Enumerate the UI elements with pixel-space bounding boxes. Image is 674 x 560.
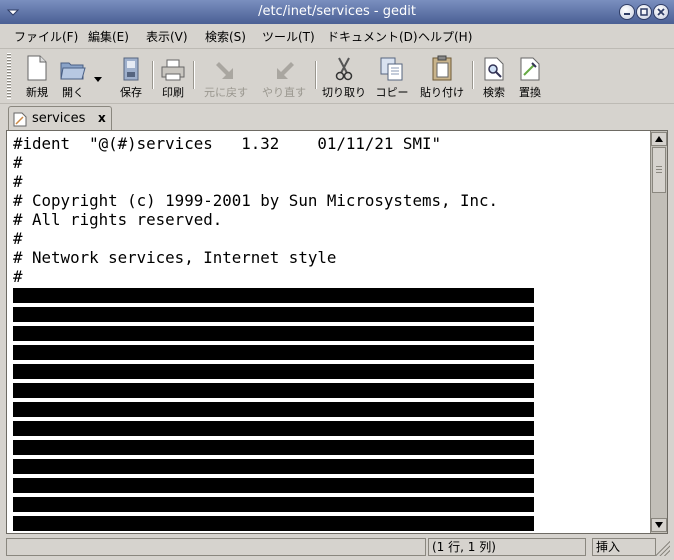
redo-icon (277, 62, 294, 79)
insert-mode: 挿入 (592, 538, 656, 556)
undo-icon (216, 62, 233, 79)
text-line: # (13, 267, 23, 286)
text-line: # (13, 172, 23, 191)
resize-grip[interactable] (655, 541, 670, 556)
close-icon (657, 8, 665, 16)
new-label: 新規 (26, 86, 48, 99)
find-label: 検索 (483, 86, 505, 99)
vertical-scrollbar[interactable] (650, 131, 667, 533)
save-label: 保存 (120, 86, 142, 99)
toolbar-separator (152, 61, 154, 89)
replace-button[interactable]: 置換 (514, 53, 546, 100)
scrollbar-thumb[interactable] (652, 147, 666, 193)
toolbar-separator (315, 61, 317, 89)
copy-icon (380, 57, 403, 81)
gedit-window: /etc/inet/services - gedit ファイル(F) 編集(E)… (0, 0, 674, 560)
text-line: #ident "@(#)services 1.32 01/11/21 SMI" (13, 134, 441, 153)
redacted-line (13, 307, 534, 322)
undo-button[interactable]: 元に戻す (201, 53, 251, 100)
copy-button[interactable]: コピー (374, 53, 410, 100)
redacted-line (13, 497, 534, 512)
print-label: 印刷 (162, 86, 184, 99)
redacted-line (13, 288, 534, 303)
paste-label: 貼り付け (420, 86, 464, 99)
close-window-button[interactable] (653, 4, 669, 20)
redacted-line (13, 345, 534, 360)
status-bar: (1 行, 1 列) 挿入 (0, 536, 674, 560)
menu-bar: ファイル(F) 編集(E) 表示(V) 検索(S) ツール(T) ドキュメント(… (0, 24, 674, 49)
redacted-line (13, 402, 534, 417)
menu-view[interactable]: 表示(V) (146, 28, 188, 45)
menu-file[interactable]: ファイル(F) (14, 28, 78, 45)
status-message (6, 538, 426, 556)
cut-button[interactable]: 切り取り (321, 53, 367, 100)
window-title: /etc/inet/services - gedit (258, 4, 416, 19)
cursor-position: (1 行, 1 列) (428, 538, 586, 556)
menu-edit[interactable]: 編集(E) (88, 28, 129, 45)
text-editor[interactable]: #ident "@(#)services 1.32 01/11/21 SMI" #… (6, 130, 668, 534)
printer-icon (161, 59, 185, 81)
arrow-down-icon (655, 522, 663, 528)
title-bar[interactable]: /etc/inet/services - gedit (0, 0, 674, 24)
menu-tools[interactable]: ツール(T) (262, 28, 315, 45)
tab-label: services (32, 111, 86, 126)
tab-close-button[interactable]: x (98, 111, 106, 125)
maximize-icon (640, 8, 648, 16)
document-tabs: services x (0, 104, 674, 131)
toolbar-separator (472, 61, 474, 89)
save-button[interactable]: 保存 (117, 53, 145, 100)
new-button[interactable]: 新規 (21, 53, 53, 100)
toolbar-grip[interactable] (7, 53, 11, 99)
menu-documents[interactable]: ドキュメント(D) (327, 28, 418, 45)
text-area[interactable]: #ident "@(#)services 1.32 01/11/21 SMI" #… (7, 131, 649, 533)
redacted-line (13, 440, 534, 455)
maximize-button[interactable] (636, 4, 652, 20)
redacted-line (13, 478, 534, 493)
replace-icon (520, 57, 540, 81)
toolbar: 新規 開く 保存 印刷 元に戻す やり直す 切り取り コピー 貼り付け 検索 置… (0, 49, 674, 104)
open-button[interactable]: 開く (58, 53, 88, 100)
paste-icon (432, 55, 452, 81)
minimize-icon (624, 13, 630, 15)
minimize-button[interactable] (619, 4, 635, 20)
menu-help[interactable]: ヘルプ(H) (418, 28, 472, 45)
cut-label: 切り取り (322, 86, 366, 99)
redacted-line (13, 459, 534, 474)
undo-label: 元に戻す (204, 86, 248, 99)
chevron-down-icon (94, 77, 102, 82)
redacted-line (13, 383, 534, 398)
document-icon (13, 112, 27, 131)
replace-label: 置換 (519, 86, 541, 99)
print-button[interactable]: 印刷 (158, 53, 188, 100)
copy-label: コピー (375, 86, 409, 99)
redacted-line (13, 516, 534, 531)
paste-button[interactable]: 貼り付け (418, 53, 466, 100)
open-label: 開く (62, 86, 84, 99)
new-document-icon (27, 55, 47, 81)
scissors-icon (335, 57, 353, 81)
text-line: # Copyright (c) 1999-2001 by Sun Microsy… (13, 191, 499, 210)
redacted-line (13, 326, 534, 341)
save-icon (123, 57, 139, 81)
text-line: # (13, 229, 23, 248)
redo-label: やり直す (262, 86, 306, 99)
arrow-up-icon (655, 136, 663, 142)
text-line: # Network services, Internet style (13, 248, 337, 267)
open-recent-dropdown[interactable] (93, 68, 103, 87)
find-button[interactable]: 検索 (478, 53, 510, 100)
redacted-line (13, 421, 534, 436)
text-line: # All rights reserved. (13, 210, 223, 229)
toolbar-separator (193, 61, 195, 89)
open-folder-icon (60, 62, 86, 80)
redacted-line (13, 364, 534, 379)
menu-search[interactable]: 検索(S) (205, 28, 246, 45)
find-icon (484, 57, 504, 81)
redo-button[interactable]: やり直す (259, 53, 309, 100)
scroll-up-button[interactable] (651, 132, 667, 146)
text-line: # (13, 153, 23, 172)
tab-services[interactable]: services x (8, 106, 112, 131)
scroll-down-button[interactable] (651, 518, 667, 532)
